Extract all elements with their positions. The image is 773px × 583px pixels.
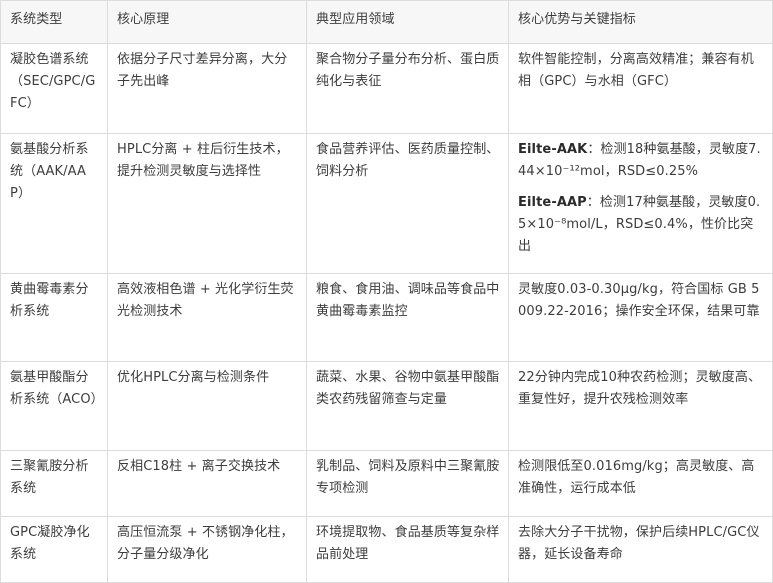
table-row: GPC凝胶净化系统 高压恒流泵 + 不锈钢净化柱，分子量分级净化 环境提取物、食… (0, 516, 773, 583)
cell-system-type: 氨基甲酸酯分析系统（ACO） (0, 361, 108, 451)
cell-advantage: 检测限低至0.016mg/kg；高灵敏度、高准确性，运行成本低 (508, 450, 773, 517)
cell-principle: 反相C18柱 + 离子交换技术 (107, 450, 307, 517)
cell-system-type: GPC凝胶净化系统 (0, 516, 108, 583)
table-row: 凝胶色谱系统（SEC/GPC/GFC） 依据分子尺寸差异分离，大分子先出峰 聚合… (0, 43, 773, 134)
cell-application: 食品营养评估、医药质量控制、饲料分析 (306, 133, 509, 274)
cell-advantage: Eilte-AAK：检测18种氨基酸，灵敏度7.44×10⁻¹²mol，RSD≤… (508, 133, 773, 274)
cell-principle: 优化HPLC分离与检测条件 (107, 361, 307, 451)
cell-principle: 高效液相色谱 + 光化学衍生荧光检测技术 (107, 273, 307, 362)
cell-application: 乳制品、饲料及原料中三聚氰胺专项检测 (306, 450, 509, 517)
cell-advantage: 去除大分子干扰物，保护后续HPLC/GC仪器，延长设备寿命 (508, 516, 773, 583)
table-row: 黄曲霉毒素分析系统 高效液相色谱 + 光化学衍生荧光检测技术 粮食、食用油、调味… (0, 273, 773, 362)
systems-table: 系统类型 核心原理 典型应用领域 核心优势与关键指标 凝胶色谱系统（SEC/GP… (0, 0, 773, 583)
model-name-aap: Eilte-AAP (518, 195, 587, 210)
cell-system-type: 凝胶色谱系统（SEC/GPC/GFC） (0, 43, 108, 134)
cell-system-type: 黄曲霉毒素分析系统 (0, 273, 108, 362)
table-row: 氨基甲酸酯分析系统（ACO） 优化HPLC分离与检测条件 蔬菜、水果、谷物中氨基… (0, 361, 773, 451)
cell-application: 聚合物分子量分布分析、蛋白质纯化与表征 (306, 43, 509, 134)
advantage-paragraph-aap: Eilte-AAP：检测17种氨基酸，灵敏度0.5×10⁻⁸mol/L，RSD≤… (518, 192, 765, 258)
cell-advantage: 软件智能控制，分离高效精准；兼容有机相（GPC）与水相（GFC） (508, 43, 773, 134)
cell-application: 环境提取物、食品基质等复杂样品前处理 (306, 516, 509, 583)
table-row: 氨基酸分析系统（AAK/AAP） HPLC分离 + 柱后衍生技术，提升检测灵敏度… (0, 133, 773, 274)
header-system-type: 系统类型 (0, 0, 108, 44)
header-application: 典型应用领域 (306, 0, 509, 44)
header-core-principle: 核心原理 (107, 0, 307, 44)
cell-principle: 依据分子尺寸差异分离，大分子先出峰 (107, 43, 307, 134)
cell-principle: HPLC分离 + 柱后衍生技术，提升检测灵敏度与选择性 (107, 133, 307, 274)
cell-advantage: 22分钟内完成10种农药检测；灵敏度高、重复性好，提升农残检测效率 (508, 361, 773, 451)
cell-principle: 高压恒流泵 + 不锈钢净化柱，分子量分级净化 (107, 516, 307, 583)
cell-system-type: 三聚氰胺分析系统 (0, 450, 108, 517)
cell-application: 蔬菜、水果、谷物中氨基甲酸酯类农药残留筛查与定量 (306, 361, 509, 451)
cell-system-type: 氨基酸分析系统（AAK/AAP） (0, 133, 108, 274)
table-row: 三聚氰胺分析系统 反相C18柱 + 离子交换技术 乳制品、饲料及原料中三聚氰胺专… (0, 450, 773, 517)
header-advantage: 核心优势与关键指标 (508, 0, 773, 44)
cell-advantage: 灵敏度0.03-0.30μg/kg，符合国标 GB 5009.22-2016；操… (508, 273, 773, 362)
model-name-aak: Eilte-AAK (518, 142, 588, 157)
advantage-paragraph-aak: Eilte-AAK：检测18种氨基酸，灵敏度7.44×10⁻¹²mol，RSD≤… (518, 139, 765, 183)
table-header-row: 系统类型 核心原理 典型应用领域 核心优势与关键指标 (0, 0, 773, 44)
cell-application: 粮食、食用油、调味品等食品中黄曲霉毒素监控 (306, 273, 509, 362)
